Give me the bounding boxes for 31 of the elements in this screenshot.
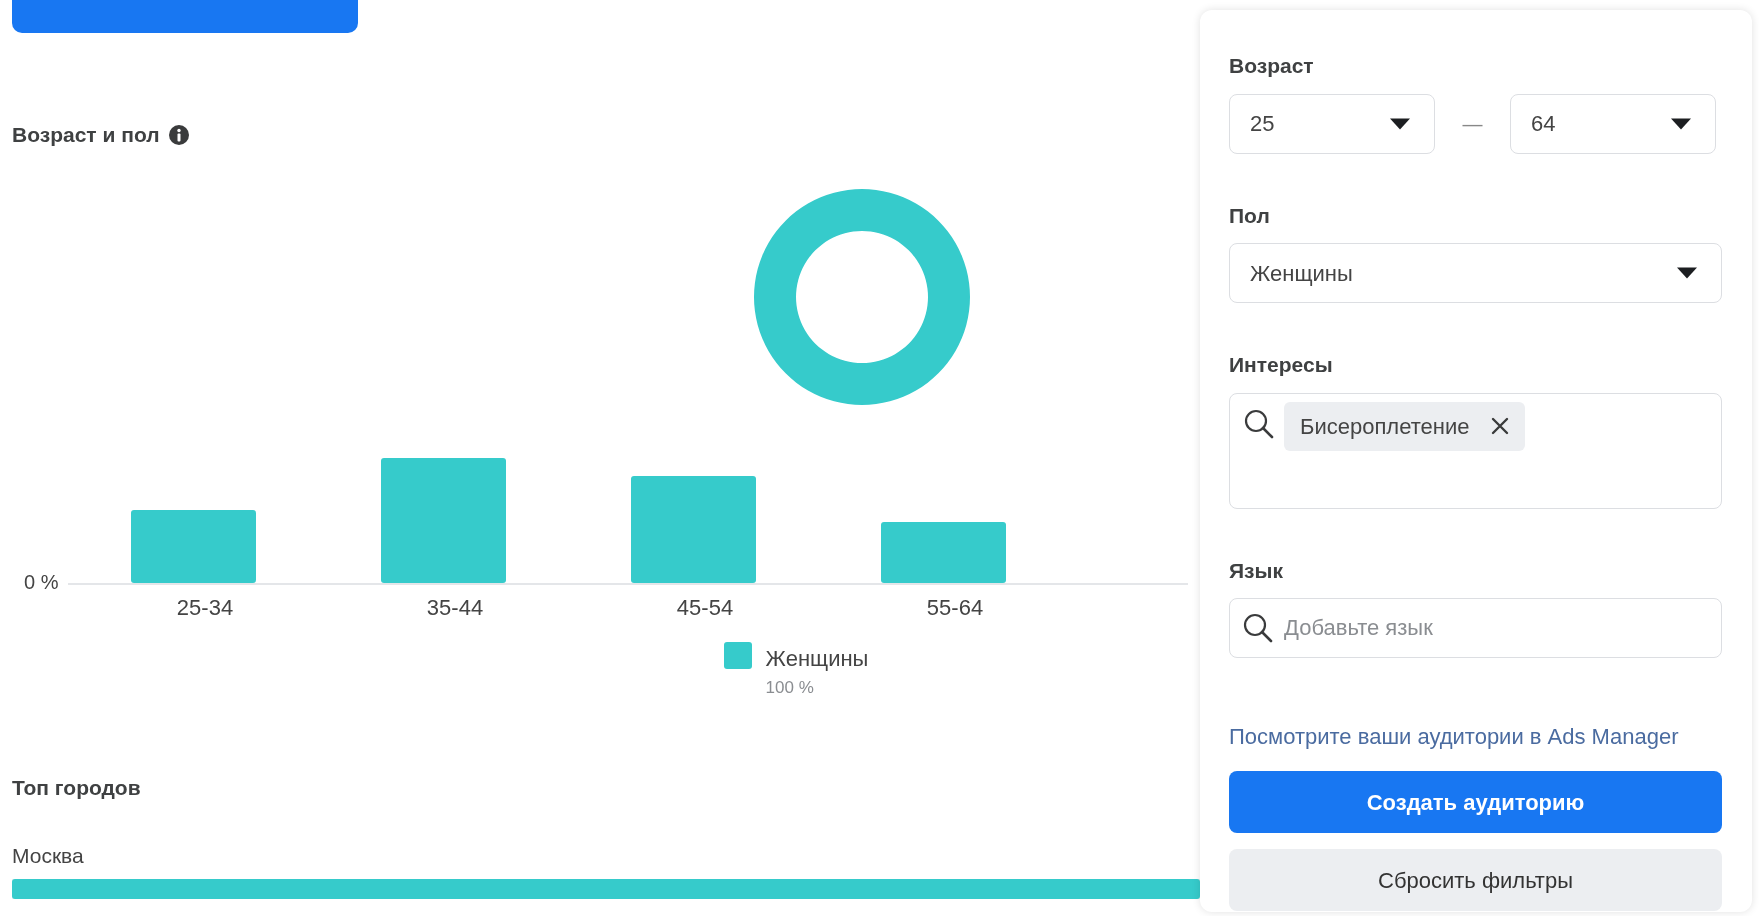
caret-icon bbox=[1677, 267, 1697, 279]
city-name: Москва bbox=[12, 842, 85, 869]
field-label: Пол bbox=[1229, 202, 1271, 229]
language-field[interactable]: Добавьте язык bbox=[1229, 598, 1722, 658]
dropdown[interactable]: 25 bbox=[1229, 93, 1435, 154]
close-icon[interactable] bbox=[1491, 417, 1510, 435]
interest-tag[interactable]: Бисероплетение bbox=[1284, 401, 1526, 451]
axis-label: 25-34 bbox=[175, 593, 235, 622]
section-title: Возраст и пол bbox=[12, 122, 160, 148]
legend-value: 100 % bbox=[765, 676, 815, 699]
field-label: Возраст bbox=[1229, 53, 1315, 79]
reset-filters-button[interactable]: Сбросить фильтры bbox=[1229, 849, 1722, 911]
legend-label: Женщины bbox=[765, 644, 869, 673]
field-label: Интересы bbox=[1229, 352, 1334, 378]
axis-label: 55-64 bbox=[925, 593, 985, 622]
create-audience-button[interactable]: Создать аудиторию bbox=[1229, 771, 1722, 833]
caret-icon bbox=[1671, 117, 1691, 130]
info-icon bbox=[167, 123, 190, 146]
axis-label: 0 % bbox=[23, 569, 60, 595]
search-icon bbox=[1243, 613, 1273, 643]
range-separator: — bbox=[1461, 111, 1484, 137]
field-label: Язык bbox=[1229, 557, 1284, 584]
caret-icon bbox=[1390, 117, 1410, 130]
section-title: Топ городов bbox=[12, 775, 142, 801]
dropdown[interactable]: Женщины bbox=[1229, 243, 1722, 303]
axis-label: 35-44 bbox=[425, 593, 485, 622]
interests-field[interactable]: Бисероплетение bbox=[1229, 392, 1722, 509]
dropdown[interactable]: 64 bbox=[1510, 93, 1716, 154]
ads-manager-link[interactable]: Посмотрите ваши аудитории в Ads Manager bbox=[1229, 724, 1679, 749]
search-icon bbox=[1244, 408, 1274, 439]
axis-label: 45-54 bbox=[675, 593, 735, 622]
